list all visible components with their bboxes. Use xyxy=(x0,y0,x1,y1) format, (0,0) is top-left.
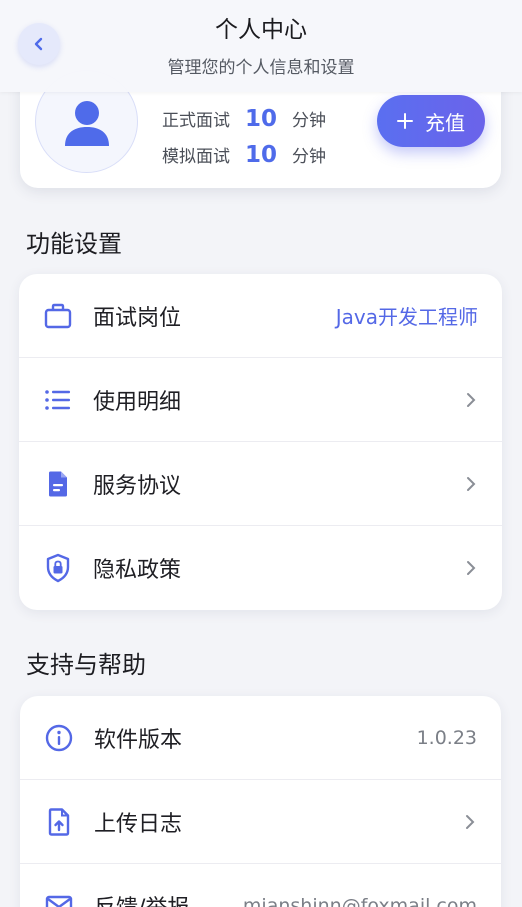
quota-unit: 分钟 xyxy=(292,111,327,131)
chevron-right-icon xyxy=(464,474,478,494)
settings-item-privacy[interactable]: 隐私政策 xyxy=(19,526,502,610)
quota-unit: 分钟 xyxy=(292,147,327,167)
recharge-label: 充值 xyxy=(425,110,465,135)
mail-icon xyxy=(44,891,74,907)
support-item-label: 上传日志 xyxy=(94,811,183,837)
user-icon xyxy=(64,100,109,146)
position-value: Java开发工程师 xyxy=(335,305,478,329)
quota-mock: 模拟面试 10 分钟 xyxy=(162,142,326,168)
support-item-version[interactable]: 软件版本 1.0.23 xyxy=(20,696,501,780)
support-card: 软件版本 1.0.23 上传日志 反馈/举报 mianshinn@foxmail… xyxy=(20,696,501,907)
support-item-upload-log[interactable]: 上传日志 xyxy=(20,780,501,864)
section-title-support: 支持与帮助 xyxy=(26,651,146,679)
chevron-right-icon xyxy=(464,390,478,410)
version-value: 1.0.23 xyxy=(416,726,477,749)
settings-item-label: 面试岗位 xyxy=(93,305,182,331)
recharge-button[interactable]: 充值 xyxy=(377,95,485,147)
settings-card: 面试岗位 Java开发工程师 使用明细 服务协议 隐私政策 xyxy=(19,274,502,610)
settings-item-label: 服务协议 xyxy=(93,473,182,499)
chevron-right-icon xyxy=(464,558,478,578)
chevron-right-icon xyxy=(463,812,477,832)
upload-file-icon xyxy=(44,807,74,837)
page-title: 个人中心 xyxy=(215,17,307,43)
shield-lock-icon xyxy=(43,553,73,583)
quota-value: 10 xyxy=(245,142,278,168)
feedback-email[interactable]: mianshinn@foxmail.com xyxy=(243,895,477,907)
quota-label: 正式面试 xyxy=(162,111,230,131)
document-icon xyxy=(43,469,73,499)
quota-label: 模拟面试 xyxy=(162,147,230,167)
briefcase-icon xyxy=(43,301,73,331)
settings-item-position[interactable]: 面试岗位 Java开发工程师 xyxy=(19,274,502,358)
info-icon xyxy=(44,723,74,753)
plus-icon xyxy=(397,113,413,129)
settings-item-label: 隐私政策 xyxy=(93,558,182,583)
settings-item-label: 使用明细 xyxy=(93,389,182,415)
quota-formal: 正式面试 10 分钟 xyxy=(162,106,326,132)
settings-item-agreement[interactable]: 服务协议 xyxy=(19,442,502,526)
support-item-feedback[interactable]: 反馈/举报 mianshinn@foxmail.com xyxy=(20,864,501,907)
support-item-label: 反馈/举报 xyxy=(94,890,243,907)
quota-value: 10 xyxy=(245,106,278,132)
list-icon xyxy=(43,385,73,415)
page-header: 个人中心 管理您的个人信息和设置 xyxy=(0,0,522,92)
support-item-label: 软件版本 xyxy=(94,727,183,753)
page-subtitle: 管理您的个人信息和设置 xyxy=(167,58,355,78)
section-title-settings: 功能设置 xyxy=(26,230,122,258)
settings-item-usage[interactable]: 使用明细 xyxy=(19,358,502,442)
